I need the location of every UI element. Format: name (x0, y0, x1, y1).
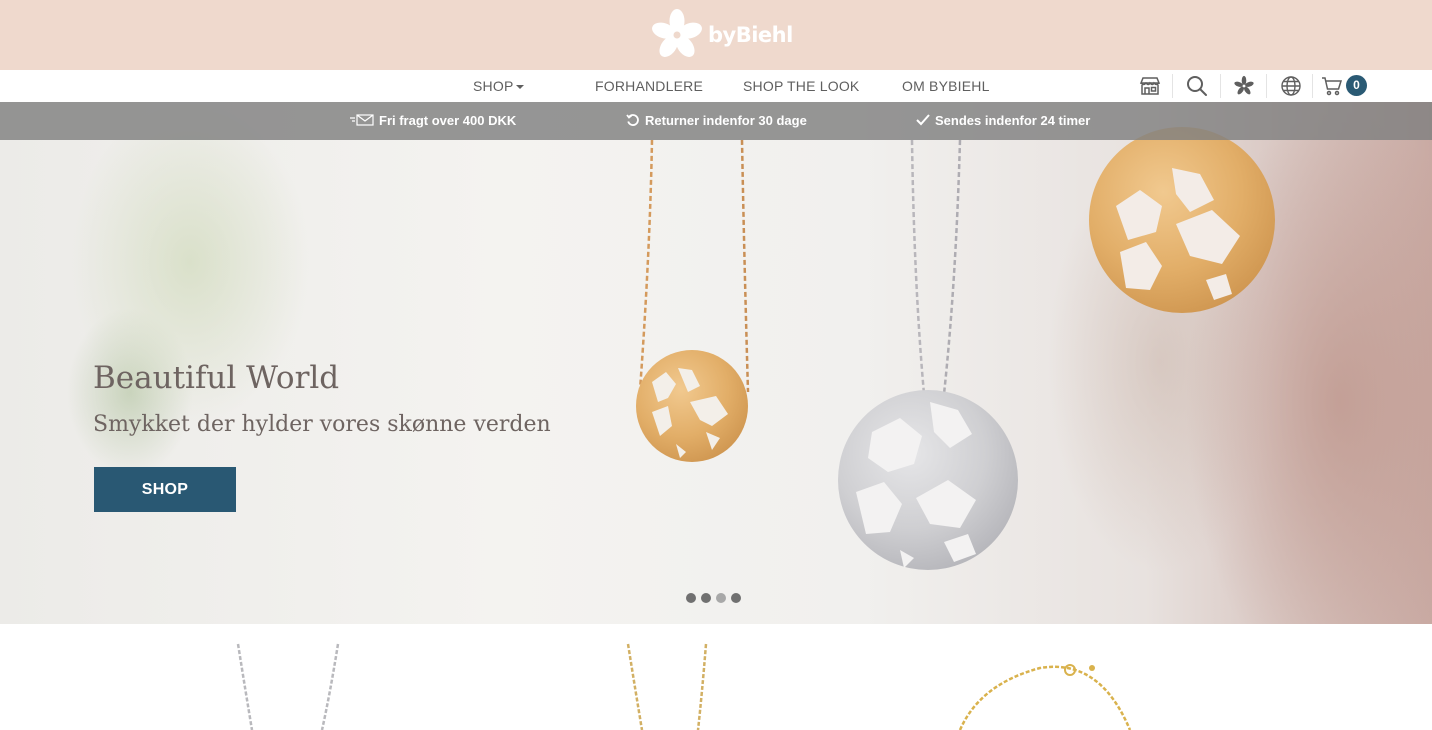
nav-om-bybiehl[interactable]: OM BYBIEHL (902, 70, 990, 102)
slider-dot-3[interactable] (716, 593, 726, 603)
envelope-icon (350, 102, 374, 140)
product-card-gold-bracelet[interactable] (940, 624, 1160, 730)
product-grid (0, 624, 1432, 730)
info-shipping-time-text: Sendes indenfor 24 timer (935, 113, 1091, 128)
globe-icon[interactable] (1280, 75, 1302, 97)
info-bar: Fri fragt over 400 DKK Returner indenfor… (0, 102, 1432, 140)
info-returns-text: Returner indenfor 30 dage (645, 113, 807, 128)
info-free-shipping: Fri fragt over 400 DKK (350, 102, 516, 140)
hero-title: Beautiful World (93, 360, 340, 396)
cart-icon[interactable] (1321, 75, 1343, 97)
product-image (236, 643, 340, 730)
info-shipping-time: Sendes indenfor 24 timer (916, 102, 1090, 140)
hero-subtitle: Smykket der hylder vores skønne verden (93, 412, 551, 437)
logo-text: byBiehl (708, 23, 793, 47)
hero-slider: Fri fragt over 400 DKK Returner indenfor… (0, 102, 1432, 624)
info-returns: Returner indenfor 30 dage (626, 102, 807, 140)
product-card-gold-necklace[interactable] (580, 624, 780, 730)
nav-divider (1266, 74, 1267, 98)
store-icon[interactable] (1139, 75, 1161, 97)
nav-shop[interactable]: SHOP (473, 70, 525, 102)
cart-count-badge[interactable]: 0 (1346, 75, 1367, 96)
slider-dot-4[interactable] (731, 593, 741, 603)
flower-icon[interactable] (1233, 75, 1255, 97)
nav-forhandlere[interactable]: FORHANDLERE (595, 70, 703, 102)
logo[interactable]: byBiehl (648, 6, 793, 64)
flower-logo-icon (652, 9, 702, 57)
nav-divider (1312, 74, 1313, 98)
product-card-silver-necklace[interactable] (190, 624, 390, 730)
hero-shop-button[interactable]: SHOP (94, 467, 236, 512)
nav-divider (1220, 74, 1221, 98)
chevron-down-icon (516, 85, 525, 90)
nav-shop-the-look[interactable]: SHOP THE LOOK (743, 70, 859, 102)
nav-divider (1172, 74, 1173, 98)
brand-bar: byBiehl (0, 0, 1432, 70)
search-icon[interactable] (1186, 75, 1208, 97)
product-image (626, 643, 708, 730)
return-icon (626, 102, 640, 140)
slider-dot-2[interactable] (701, 593, 711, 603)
info-free-shipping-text: Fri fragt over 400 DKK (379, 113, 517, 128)
slider-dot-1[interactable] (686, 593, 696, 603)
product-image (958, 664, 1132, 730)
main-nav: SHOP FORHANDLERE SHOP THE LOOK OM BYBIEH… (0, 70, 1432, 102)
nav-shop-label: SHOP (473, 78, 514, 94)
check-icon (916, 102, 930, 140)
